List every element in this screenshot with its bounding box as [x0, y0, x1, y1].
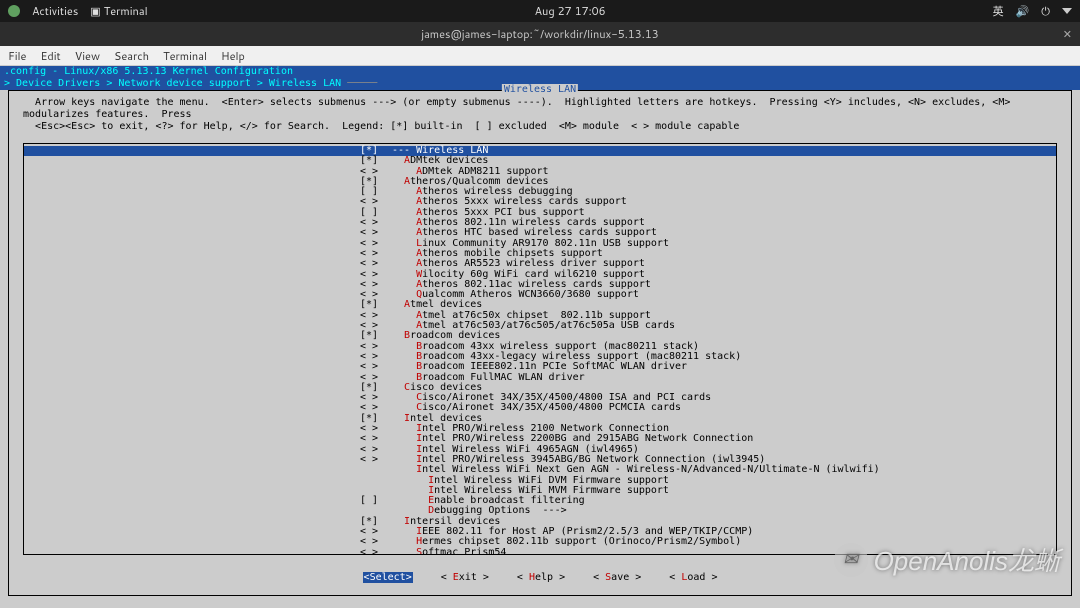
menu-terminal[interactable]: Terminal: [163, 48, 207, 64]
watermark: ✉ OpenAnolis龙蜥: [834, 541, 1060, 578]
dialog-button[interactable]: < Load >: [669, 572, 717, 583]
status-menu-icon[interactable]: [1062, 6, 1072, 16]
menu-item[interactable]: < > Atmel at76c503/at76c505/at76c505a US…: [24, 321, 1056, 331]
volume-icon[interactable]: 🔊: [1016, 3, 1030, 19]
activities-label[interactable]: Activities: [32, 3, 78, 19]
menu-list-box: [*]--- Wireless LAN[*] ADMtek devices< >…: [23, 143, 1057, 555]
menu-item[interactable]: < > Cisco/Aironet 34X/35X/4500/4800 PCMC…: [24, 403, 1056, 413]
kconfig-dialog: Wireless LAN Arrow keys navigate the men…: [8, 90, 1072, 596]
terminal-viewport: .config - Linux/x86 5.13.13 Kernel Confi…: [0, 66, 1080, 608]
wechat-icon: ✉: [834, 543, 868, 577]
gnome-top-bar: Activities ▣ Terminal Aug 27 17:06 英 🔊 ⏻: [0, 0, 1080, 22]
dialog-button[interactable]: <Select>: [363, 572, 413, 583]
menu-help[interactable]: Help: [221, 48, 245, 64]
menu-item[interactable]: Debugging Options --->: [24, 506, 1056, 516]
menu-item[interactable]: < > Qualcomm Atheros WCN3660/3680 suppor…: [24, 290, 1056, 300]
menu-item[interactable]: Intel Wireless WiFi Next Gen AGN - Wirel…: [24, 465, 1056, 475]
power-icon[interactable]: ⏻: [1041, 3, 1050, 19]
menu-list[interactable]: [*]--- Wireless LAN[*] ADMtek devices< >…: [24, 144, 1056, 555]
activities-icon[interactable]: [8, 5, 20, 17]
menu-view[interactable]: View: [75, 48, 100, 64]
help-text: Arrow keys navigate the menu. <Enter> se…: [9, 91, 1071, 139]
dialog-button[interactable]: < Help >: [517, 572, 565, 583]
menu-item[interactable]: [*]--- Wireless LAN: [24, 146, 1056, 156]
dialog-title: Wireless LAN: [502, 84, 578, 95]
dialog-button[interactable]: < Exit >: [441, 572, 489, 583]
menu-edit[interactable]: Edit: [40, 48, 60, 64]
window-close-icon[interactable]: ✕: [1063, 26, 1072, 42]
menu-search[interactable]: Search: [114, 48, 149, 64]
terminal-menu-bar: File Edit View Search Terminal Help: [0, 46, 1080, 66]
clock[interactable]: Aug 27 17:06: [535, 3, 606, 19]
kconfig-header: .config - Linux/x86 5.13.13 Kernel Confi…: [0, 66, 1080, 78]
menu-item[interactable]: < > Broadcom IEEE802.11n PCIe SoftMAC WL…: [24, 362, 1056, 372]
dialog-button[interactable]: < Save >: [593, 572, 641, 583]
menu-file[interactable]: File: [8, 48, 26, 64]
menu-item[interactable]: < > Broadcom FullMAC WLAN driver: [24, 373, 1056, 383]
app-menu[interactable]: ▣ Terminal: [90, 3, 147, 19]
window-title-bar: james@james-laptop:~/workdir/linux-5.13.…: [0, 22, 1080, 46]
window-title: james@james-laptop:~/workdir/linux-5.13.…: [421, 26, 659, 42]
input-lang[interactable]: 英: [993, 3, 1004, 19]
